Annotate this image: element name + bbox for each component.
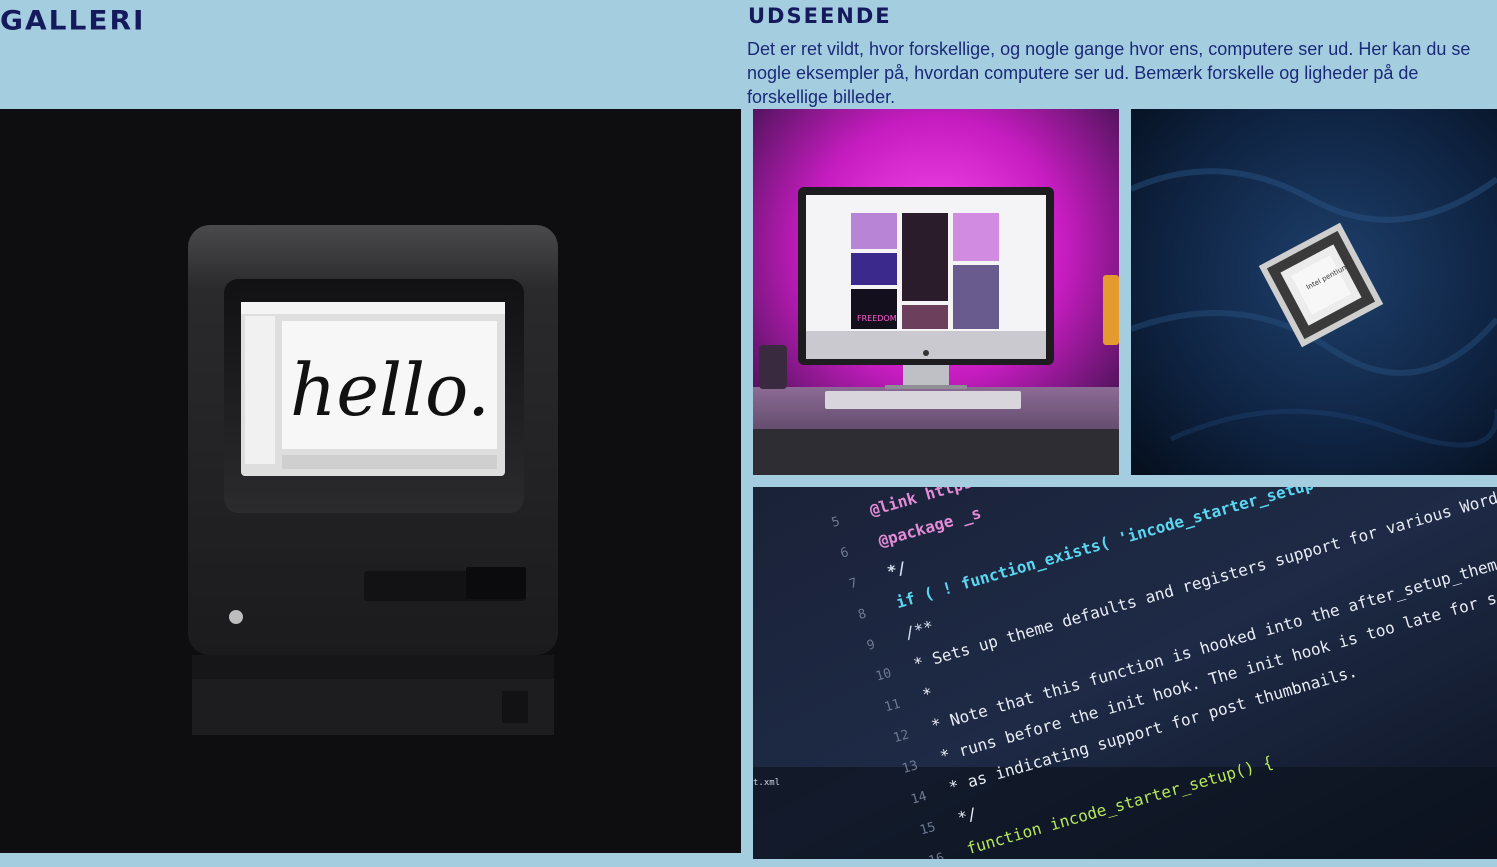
macintosh-illustration: hello. (0, 109, 741, 853)
cpu-photo: Intel pentium (1131, 109, 1497, 475)
imac-photo: FREEDOM (753, 109, 1119, 475)
page: GALLERI UDSEENDE Det er ret vildt, hvor … (0, 0, 1497, 867)
code-illustration: t.xml 5678910111213141516 @link https://… (753, 487, 1497, 859)
mac-screen-text: hello. (290, 348, 490, 432)
udseende-heading: UDSEENDE (748, 4, 892, 28)
imac-apple-logo-icon (923, 350, 929, 356)
imac-screen-text: FREEDOM (857, 314, 897, 323)
udseende-description: Det er ret vildt, hvor forskellige, og n… (747, 39, 1471, 107)
gallery-heading: GALLERI (0, 4, 146, 37)
apple-logo-icon (229, 610, 243, 624)
code-photo: t.xml 5678910111213141516 @link https://… (753, 487, 1497, 859)
macintosh-photo: hello. (0, 109, 741, 853)
imac-illustration: FREEDOM (753, 109, 1119, 475)
cpu-illustration: Intel pentium (1131, 109, 1497, 475)
code-side-label: t.xml (753, 778, 780, 788)
